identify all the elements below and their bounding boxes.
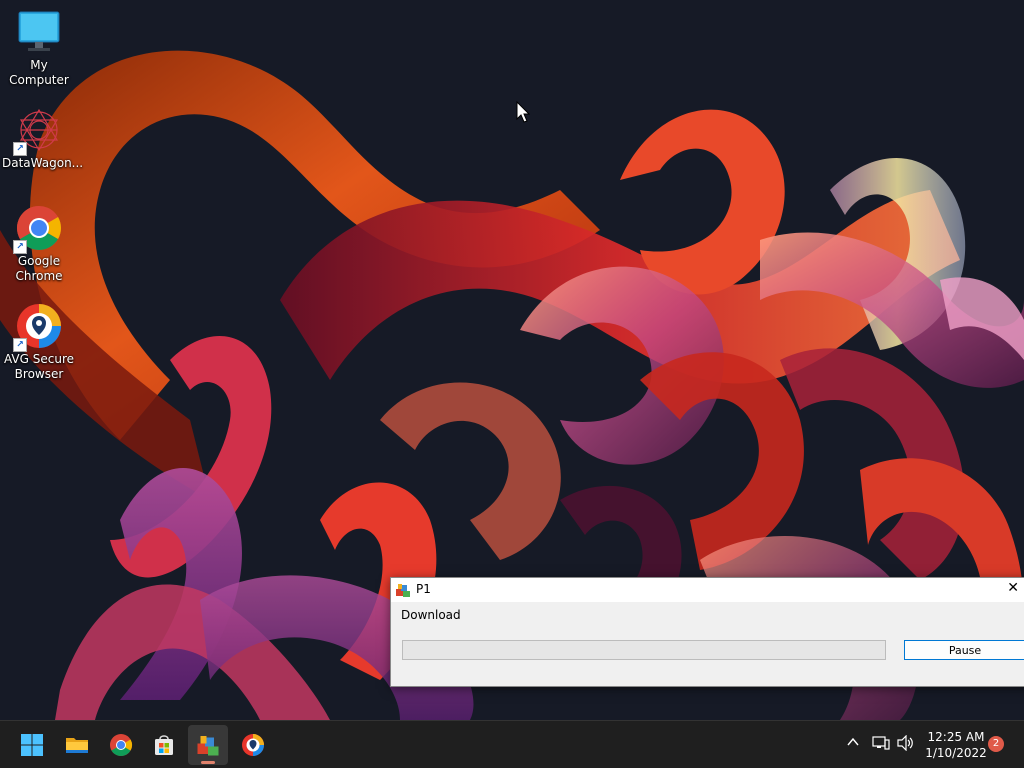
taskbar: 12:25 AM 1/10/2022 bbox=[0, 720, 1024, 768]
taskbar-p1-app[interactable] bbox=[188, 725, 228, 765]
desktop-icon-my-computer[interactable]: My Computer bbox=[0, 8, 78, 88]
avg-browser-icon bbox=[242, 734, 264, 756]
speaker-icon bbox=[897, 734, 913, 752]
notification-badge[interactable]: 2 bbox=[988, 736, 1004, 752]
shortcut-arrow-icon: ↗ bbox=[13, 240, 27, 254]
clock-time: 12:25 AM bbox=[927, 730, 985, 744]
desktop-icon-label: DataWagon... bbox=[2, 156, 84, 170]
desktop-icon-datawagon[interactable]: ↗ DataWagon... bbox=[0, 106, 84, 171]
chrome-icon: ↗ bbox=[13, 204, 63, 254]
desktop-icon-avg-secure-browser[interactable]: ↗ AVG Secure Browser bbox=[0, 302, 78, 382]
windows-start-icon bbox=[21, 734, 43, 756]
desktop-icon-label: My Computer bbox=[9, 58, 69, 87]
taskbar-file-explorer[interactable] bbox=[57, 725, 97, 765]
avg-browser-icon: ↗ bbox=[13, 302, 63, 352]
network-icon bbox=[872, 736, 890, 750]
active-app-indicator bbox=[201, 761, 215, 764]
shortcut-arrow-icon: ↗ bbox=[13, 338, 27, 352]
close-icon[interactable]: ✕ bbox=[1007, 580, 1019, 596]
desktop-icon-label: Google Chrome bbox=[15, 254, 63, 283]
download-progress-bar bbox=[402, 640, 886, 660]
pause-button[interactable]: Pause bbox=[904, 640, 1024, 660]
download-dialog: P1 ✕ Download Pause bbox=[390, 577, 1024, 687]
installer-app-icon bbox=[395, 582, 411, 598]
show-hidden-icons-button[interactable] bbox=[846, 735, 860, 752]
desktop-icon-google-chrome[interactable]: ↗ Google Chrome bbox=[0, 204, 78, 284]
clock-date: 1/10/2022 bbox=[925, 746, 987, 760]
dialog-title-bar[interactable]: P1 ✕ bbox=[391, 578, 1024, 602]
chrome-icon bbox=[110, 734, 132, 756]
store-icon bbox=[155, 735, 173, 755]
taskbar-google-chrome[interactable] bbox=[101, 725, 141, 765]
chevron-up-icon bbox=[847, 737, 859, 746]
taskbar-microsoft-store[interactable] bbox=[144, 725, 184, 765]
datawagon-icon: ↗ bbox=[13, 106, 63, 156]
taskbar-avg-secure-browser[interactable] bbox=[233, 725, 273, 765]
volume-control[interactable] bbox=[897, 734, 915, 754]
clock[interactable]: 12:25 AM 1/10/2022 bbox=[918, 729, 994, 761]
desktop-icon-label: AVG Secure Browser bbox=[3, 352, 75, 381]
shortcut-arrow-icon: ↗ bbox=[13, 142, 27, 156]
dialog-title: P1 bbox=[416, 582, 431, 596]
mouse-cursor-icon bbox=[516, 100, 531, 126]
folder-icon bbox=[66, 738, 88, 753]
download-label: Download bbox=[401, 608, 461, 622]
network-status[interactable] bbox=[872, 735, 890, 754]
start-button[interactable] bbox=[12, 725, 52, 765]
monitor-icon bbox=[15, 8, 63, 56]
installer-app-icon bbox=[197, 736, 219, 756]
